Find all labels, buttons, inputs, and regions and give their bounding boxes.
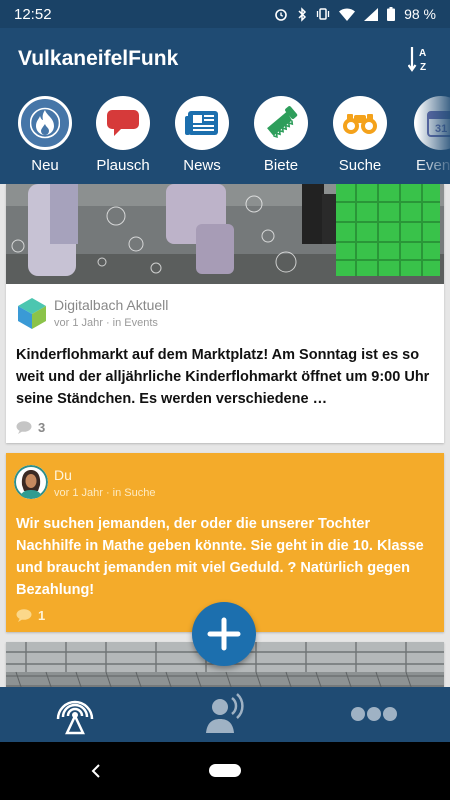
category-biete-label: Biete — [263, 157, 299, 174]
flea-market-photo — [6, 184, 444, 284]
bottom-navigation — [0, 687, 450, 742]
user-avatar-icon — [14, 465, 48, 499]
svg-text:Z: Z — [420, 62, 426, 73]
add-post-button[interactable] — [192, 602, 256, 666]
svg-text:A: A — [419, 48, 426, 59]
digitalbach-logo-icon — [18, 298, 46, 329]
category-news-circle — [175, 96, 229, 150]
author-avatar[interactable] — [14, 465, 48, 499]
user-speaking-icon — [206, 693, 244, 733]
category-suche-circle — [333, 96, 387, 150]
newspaper-icon — [185, 111, 218, 135]
plus-icon — [207, 617, 241, 651]
category-bar: Neu Plausch News Biete Suche — [0, 90, 450, 184]
battery-level: 98 % — [404, 6, 436, 22]
category-plausch-circle — [96, 96, 150, 150]
binoculars-icon — [343, 114, 377, 134]
scroll-fade — [416, 90, 450, 184]
comment-icon — [16, 421, 32, 434]
category-neu[interactable]: Neu — [10, 96, 80, 174]
system-navigation-bar — [0, 742, 450, 800]
sort-az-icon[interactable]: A Z — [408, 44, 434, 74]
nav-profile[interactable] — [204, 693, 246, 735]
category-suche-label: Suche — [338, 157, 382, 174]
app-bar: VulkaneifelFunk A Z — [0, 28, 450, 90]
category-news-label: News — [183, 157, 221, 174]
category-neu-circle — [18, 96, 72, 150]
bluetooth-icon — [298, 6, 307, 22]
back-icon[interactable] — [90, 764, 102, 778]
vibrate-icon — [316, 8, 330, 20]
comment-count-value: 1 — [38, 608, 46, 623]
status-time: 12:52 — [14, 5, 52, 23]
category-suche[interactable]: Suche — [325, 96, 395, 174]
fire-icon — [30, 107, 60, 139]
signal-icon — [364, 7, 379, 21]
comment-count[interactable]: 1 — [16, 608, 45, 623]
post-text[interactable]: Kinderflohmarkt auf dem Marktplatz! Am S… — [16, 344, 438, 410]
post-time-category: vor 1 Jahr · in Suche — [54, 487, 156, 499]
post-meta: Digitalbach Aktuell vor 1 Jahr · in Even… — [54, 297, 168, 329]
post-time-category: vor 1 Jahr · in Events — [54, 317, 158, 329]
category-neu-label: Neu — [31, 157, 59, 174]
post-text[interactable]: Wir suchen jemanden, der oder die unsere… — [16, 513, 438, 601]
category-biete-circle — [254, 96, 308, 150]
app-title: VulkaneifelFunk — [18, 47, 179, 70]
comment-count[interactable]: 3 — [16, 420, 45, 435]
category-biete[interactable]: Biete — [246, 96, 316, 174]
wifi-icon — [339, 7, 356, 21]
author-avatar[interactable] — [16, 297, 48, 329]
home-pill[interactable] — [209, 764, 241, 777]
post-author[interactable]: Digitalbach Aktuell — [54, 297, 168, 313]
status-icons: 98 % — [274, 6, 436, 22]
category-plausch[interactable]: Plausch — [88, 96, 158, 174]
comment-count-value: 3 — [38, 420, 46, 435]
post-meta: Du vor 1 Jahr · in Suche — [54, 467, 156, 499]
post-image — [6, 184, 444, 284]
comment-icon — [16, 609, 32, 622]
post-card[interactable]: Digitalbach Aktuell vor 1 Jahr · in Even… — [6, 184, 444, 443]
nav-more[interactable] — [345, 699, 403, 729]
broadcast-icon — [56, 700, 94, 735]
chat-bubble-icon — [107, 110, 139, 136]
more-dots-icon — [351, 707, 397, 721]
status-bar: 12:52 98 % — [0, 0, 450, 28]
post-author[interactable]: Du — [54, 467, 156, 483]
battery-icon — [387, 7, 396, 21]
category-news[interactable]: News — [167, 96, 237, 174]
category-plausch-label: Plausch — [96, 157, 150, 174]
alarm-icon — [275, 9, 287, 21]
saw-icon — [267, 106, 298, 138]
nav-feed[interactable] — [55, 692, 95, 736]
